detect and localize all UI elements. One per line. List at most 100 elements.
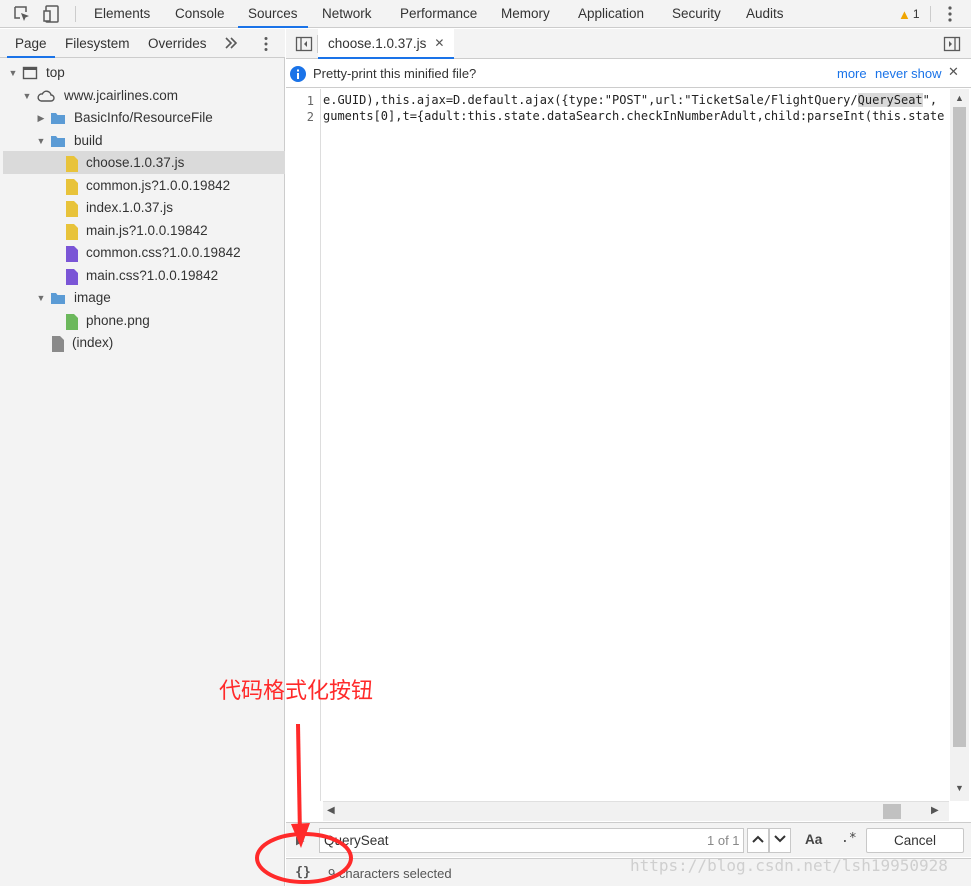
toggle-debugger-icon[interactable]	[943, 36, 961, 52]
navigator-menu-icon[interactable]	[259, 36, 273, 52]
scroll-up-icon[interactable]: ▲	[955, 93, 964, 103]
tree-item-label: phone.png	[86, 313, 150, 328]
regex-toggle[interactable]: .*	[841, 831, 857, 846]
close-tab-icon[interactable]: ✕	[434, 36, 444, 50]
warning-count: 1	[912, 7, 920, 21]
vertical-scrollbar[interactable]: ▲ ▼	[950, 89, 969, 801]
tree-item-file[interactable]: (index)	[3, 331, 285, 354]
tab-network[interactable]: Network	[312, 0, 382, 28]
tree-item-folder[interactable]: ▼ image	[3, 286, 285, 309]
line-number: 1	[306, 94, 314, 108]
tab-filesystem[interactable]: Filesystem	[57, 29, 138, 58]
folder-icon	[50, 110, 66, 126]
navigator-tabs: Page Filesystem Overrides	[0, 29, 285, 58]
device-toolbar-icon[interactable]	[42, 4, 62, 24]
pretty-print-button[interactable]: {}	[292, 864, 314, 882]
warning-counter[interactable]: ▲ 1	[898, 5, 920, 23]
folder-icon	[50, 290, 66, 306]
tab-elements[interactable]: Elements	[84, 0, 160, 28]
tree-item-folder[interactable]: ▶ BasicInfo/ResourceFile	[3, 106, 285, 129]
tab-overrides[interactable]: Overrides	[140, 29, 215, 58]
tree-item-label: index.1.0.37.js	[86, 200, 174, 215]
scroll-left-icon[interactable]: ◀	[327, 805, 335, 816]
close-infobar-icon[interactable]: ✕	[948, 64, 959, 80]
toggle-navigator-icon[interactable]	[295, 36, 313, 52]
line-number: 2	[306, 110, 314, 124]
replace-toggle-icon[interactable]: ▶	[296, 834, 310, 847]
tree-item-label: top	[46, 65, 65, 80]
code-line: e.GUID),this.ajax=D.default.ajax({type:"…	[323, 93, 937, 107]
image-file-icon	[64, 313, 80, 330]
search-box[interactable]: 1 of 1	[319, 828, 744, 853]
inspect-element-icon[interactable]	[12, 4, 32, 24]
tree-item-domain[interactable]: ▼ www.jcairlines.com	[3, 84, 285, 107]
tab-security[interactable]: Security	[662, 0, 731, 28]
css-file-icon	[64, 245, 80, 262]
scroll-down-icon[interactable]: ▼	[955, 783, 964, 793]
tree-item-label: main.css?1.0.0.19842	[86, 268, 219, 283]
open-file-tab[interactable]: choose.1.0.37.js ✕	[318, 29, 455, 59]
tree-item-file[interactable]: index.1.0.37.js	[3, 196, 285, 219]
tree-item-folder[interactable]: ▼ build	[3, 129, 285, 152]
expand-arrow-icon[interactable]: ▼	[8, 68, 18, 78]
warning-icon: ▲	[898, 6, 911, 22]
code-editor[interactable]: 1 2 e.GUID),this.ajax=D.default.ajax({ty…	[286, 89, 971, 821]
cancel-search-button[interactable]: Cancel	[866, 828, 964, 853]
tab-performance[interactable]: Performance	[390, 0, 487, 28]
tree-item-file[interactable]: main.js?1.0.0.19842	[3, 219, 285, 242]
tab-sources[interactable]: Sources	[238, 0, 308, 28]
find-previous-button[interactable]	[747, 828, 769, 853]
search-input[interactable]	[320, 829, 700, 852]
expand-arrow-icon[interactable]: ▼	[22, 91, 32, 101]
toolbar-divider	[930, 6, 931, 22]
match-case-toggle[interactable]: Aa	[805, 832, 822, 847]
tree-item-file[interactable]: common.css?1.0.0.19842	[3, 241, 285, 264]
js-file-icon	[64, 155, 80, 172]
tab-application[interactable]: Application	[568, 0, 654, 28]
tab-audits[interactable]: Audits	[736, 0, 794, 28]
cloud-icon	[36, 88, 56, 104]
infobar-never-show-link[interactable]: never show	[875, 66, 941, 81]
devtools-toolbar: Elements Console Sources Network Perform…	[0, 0, 971, 28]
tab-console[interactable]: Console	[165, 0, 235, 28]
tree-item-label: image	[74, 290, 111, 305]
tree-item-file-selected[interactable]: choose.1.0.37.js	[3, 151, 285, 174]
more-tabs-icon[interactable]	[223, 35, 239, 51]
tree-item-top[interactable]: ▼ top	[3, 61, 285, 84]
scrollbar-thumb[interactable]	[953, 107, 966, 747]
annotation-label: 代码格式化按钮	[219, 679, 374, 704]
chevron-up-icon	[752, 835, 764, 843]
open-file-tab-label: choose.1.0.37.js	[328, 35, 427, 51]
tab-page[interactable]: Page	[7, 29, 55, 58]
js-file-icon	[64, 200, 80, 217]
sources-navigator: Page Filesystem Overrides ▼ top ▼ www.jc…	[0, 29, 285, 886]
watermark: https://blog.csdn.net/lsh19950928	[630, 856, 948, 875]
tree-item-label: choose.1.0.37.js	[86, 155, 185, 170]
tree-item-file[interactable]: common.js?1.0.0.19842	[3, 174, 285, 197]
pretty-print-infobar: Pretty-print this minified file? more ne…	[286, 60, 971, 88]
match-count: 1 of 1	[707, 833, 740, 848]
tree-item-label: common.css?1.0.0.19842	[86, 245, 241, 260]
collapse-arrow-icon[interactable]: ▶	[36, 113, 46, 123]
folder-icon	[50, 133, 66, 149]
scroll-right-icon[interactable]: ▶	[931, 805, 939, 816]
js-file-icon	[64, 223, 80, 240]
tree-item-label: (index)	[72, 335, 114, 350]
editor-tab-bar: choose.1.0.37.js ✕	[286, 29, 971, 59]
tab-memory[interactable]: Memory	[491, 0, 560, 28]
expand-arrow-icon[interactable]: ▼	[36, 136, 46, 146]
infobar-more-link[interactable]: more	[837, 66, 867, 81]
tree-item-file[interactable]: main.css?1.0.0.19842	[3, 264, 285, 287]
horizontal-scrollbar[interactable]: ◀ ▶	[323, 801, 949, 821]
tree-item-file[interactable]: phone.png	[3, 309, 285, 332]
expand-arrow-icon[interactable]: ▼	[36, 293, 46, 303]
selection-status: 9 characters selected	[328, 866, 452, 881]
frame-icon	[22, 65, 38, 81]
tree-item-label: common.js?1.0.0.19842	[86, 178, 231, 193]
find-next-button[interactable]	[769, 828, 791, 853]
kebab-menu-icon[interactable]	[942, 5, 958, 23]
tree-item-label: www.jcairlines.com	[64, 88, 179, 103]
code-text: ",	[922, 93, 938, 107]
code-content[interactable]: e.GUID),this.ajax=D.default.ajax({type:"…	[323, 89, 949, 801]
scrollbar-thumb[interactable]	[883, 804, 901, 819]
